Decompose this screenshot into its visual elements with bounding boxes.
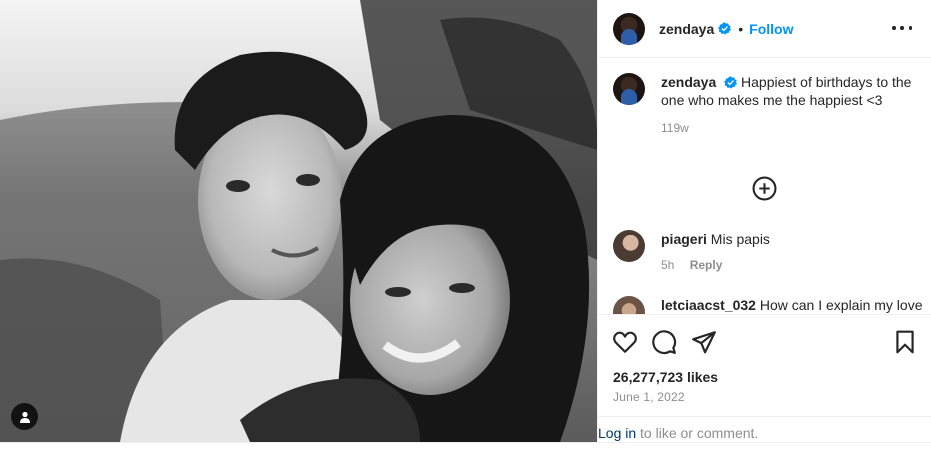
reply-button[interactable]: Reply	[690, 258, 723, 272]
comment-username[interactable]: letciaacst_032	[661, 297, 756, 313]
login-link[interactable]: Log in	[598, 425, 636, 441]
comment-username[interactable]: piageri	[661, 231, 707, 247]
author-avatar[interactable]	[613, 12, 645, 45]
plus-circle-icon[interactable]	[752, 176, 777, 201]
comment-item: piageri Mis papis 5h Reply	[613, 230, 931, 274]
post-date[interactable]: June 1, 2022	[613, 390, 685, 404]
action-bar	[598, 314, 931, 366]
commenter-avatar[interactable]	[613, 230, 645, 262]
user-tag-button[interactable]	[11, 403, 38, 430]
verified-badge-icon	[718, 22, 732, 35]
separator-dot: •	[738, 20, 744, 37]
bookmark-icon[interactable]	[892, 329, 918, 355]
comment-item: letciaacst_032 How can I explain my love	[613, 296, 931, 314]
page-bottom-edge	[0, 442, 931, 449]
follow-button[interactable]: Follow	[749, 21, 793, 37]
heart-icon[interactable]	[612, 329, 638, 355]
caption-age[interactable]: 119w	[661, 119, 917, 137]
comment-icon[interactable]	[651, 329, 677, 355]
post-photo	[0, 0, 597, 442]
post-media[interactable]	[0, 0, 597, 442]
caption-body: zendaya Happiest of birthdays to the one…	[661, 73, 917, 137]
post-sidebar: zendaya • Follow zendaya Happiest of bir…	[597, 0, 931, 442]
user-tag-icon	[19, 411, 30, 423]
share-icon[interactable]	[691, 329, 717, 355]
login-prompt-text: to like or comment.	[640, 425, 759, 441]
post-caption: zendaya Happiest of birthdays to the one…	[613, 73, 918, 137]
instagram-post: zendaya • Follow zendaya Happiest of bir…	[0, 0, 931, 449]
author-username[interactable]: zendaya	[659, 21, 714, 37]
caption-author-avatar[interactable]	[613, 73, 645, 105]
comment-text: How can I explain my love	[759, 297, 923, 313]
more-options-icon[interactable]	[892, 20, 912, 36]
caption-username[interactable]: zendaya	[661, 74, 716, 90]
verified-badge-icon	[724, 76, 738, 89]
post-header: zendaya • Follow	[598, 0, 931, 58]
commenter-avatar[interactable]	[613, 296, 645, 314]
comment-age[interactable]: 5h	[661, 258, 674, 272]
comment-text: Mis papis	[710, 231, 770, 247]
likes-count[interactable]: 26,277,723 likes	[613, 369, 718, 385]
login-prompt: Log in to like or comment.	[598, 416, 931, 442]
